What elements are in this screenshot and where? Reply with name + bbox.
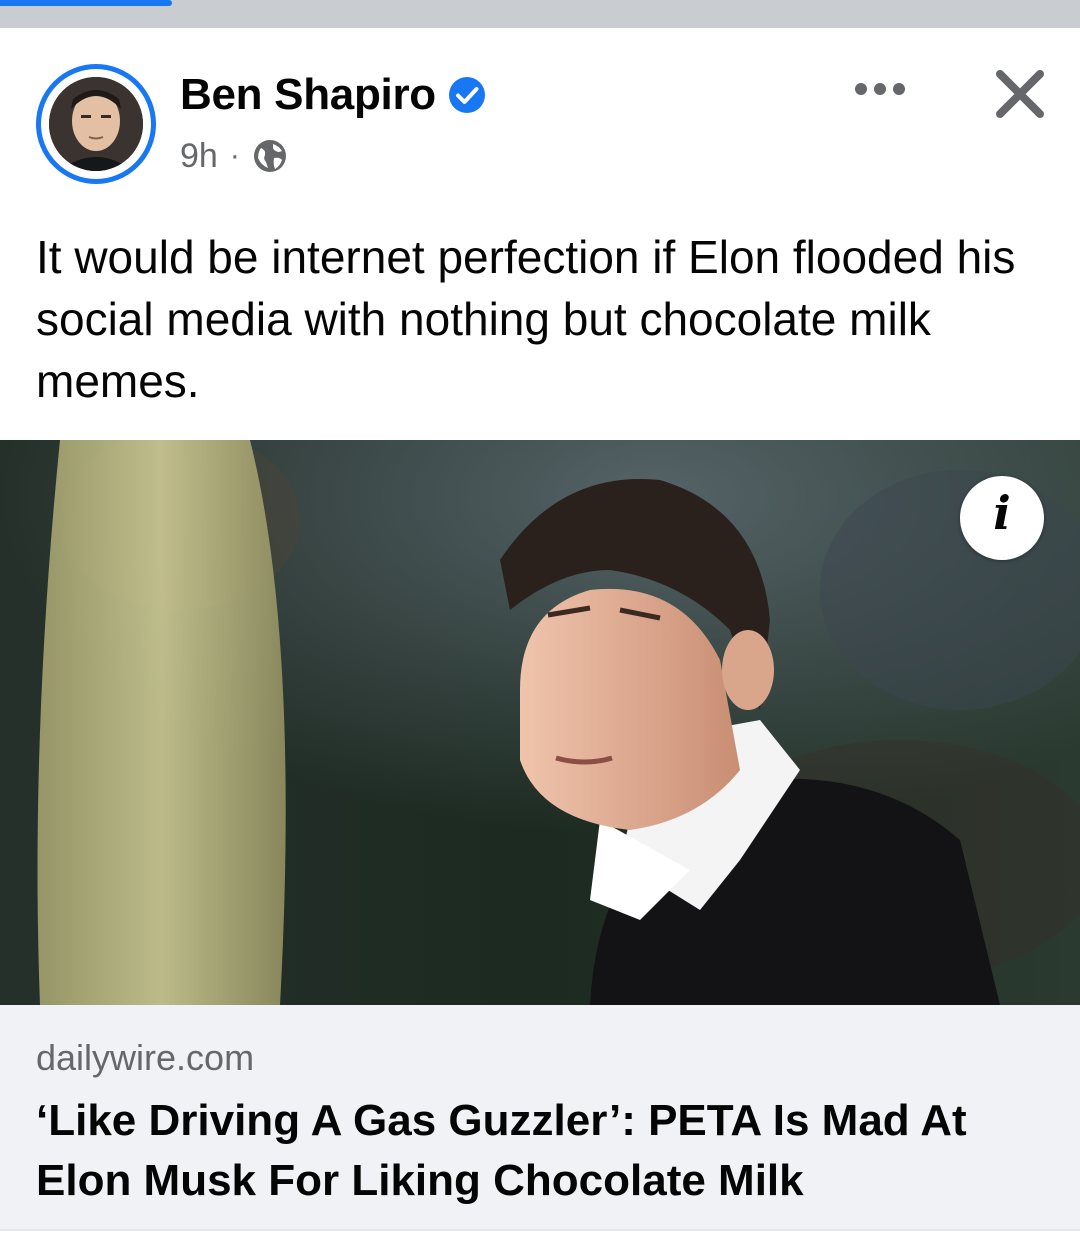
author-avatar[interactable] — [36, 64, 156, 184]
background-strip — [0, 10, 1080, 28]
post-header: Ben Shapiro 9h · — [0, 28, 1080, 218]
post-meta: 9h · — [180, 134, 288, 178]
info-icon[interactable]: i — [960, 476, 1044, 560]
author-name[interactable]: Ben Shapiro — [180, 70, 436, 120]
loading-strip — [0, 0, 1080, 28]
meta-separator: · — [229, 139, 240, 172]
author-row: Ben Shapiro — [180, 68, 486, 122]
post-time[interactable]: 9h — [180, 137, 218, 176]
load-progress-bar — [0, 0, 172, 6]
info-icon-glyph: i — [993, 486, 1011, 540]
post-text: It would be internet perfection if Elon … — [36, 231, 1016, 407]
link-preview-caption[interactable]: dailywire.com ‘Like Driving A Gas Guzzle… — [0, 1005, 1080, 1231]
link-title[interactable]: ‘Like Driving A Gas Guzzler’: PETA Is Ma… — [36, 1091, 1046, 1211]
close-icon[interactable] — [990, 64, 1050, 124]
more-options-icon[interactable] — [850, 74, 910, 104]
link-preview-image[interactable] — [0, 440, 1080, 1005]
globe-icon — [252, 138, 288, 174]
link-domain: dailywire.com — [36, 1037, 255, 1078]
verified-badge-icon — [448, 76, 486, 114]
post-card: Ben Shapiro 9h · It would be internet pe… — [0, 28, 1080, 1253]
avatar-photo — [49, 77, 143, 171]
